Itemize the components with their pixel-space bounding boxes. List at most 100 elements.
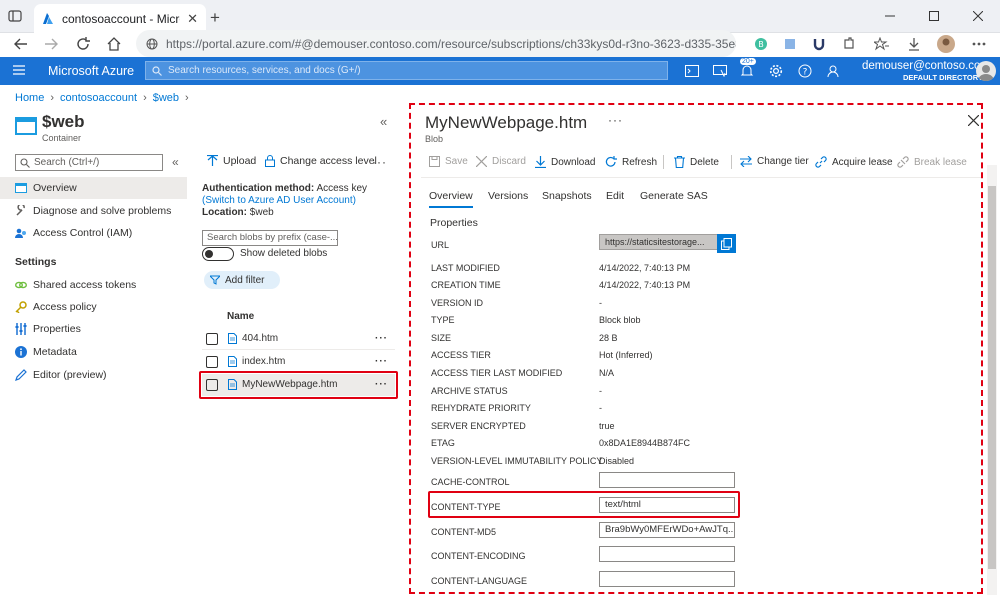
extension-b-icon[interactable]: B	[750, 33, 772, 55]
download-button[interactable]: Download	[535, 156, 595, 168]
minimize-icon[interactable]	[868, 0, 912, 32]
column-header-name[interactable]: Name	[227, 311, 254, 322]
breadcrumb-account[interactable]: contosoaccount	[60, 92, 137, 104]
tab-overview[interactable]: Overview	[429, 190, 473, 208]
prop-label: LAST MODIFIED	[431, 263, 500, 273]
address-bar[interactable]: https://portal.azure.com/#@demouser.cont…	[136, 30, 736, 57]
change-access-level-button[interactable]: Change access level	[265, 155, 377, 167]
nav-item-properties[interactable]: Properties	[0, 318, 187, 340]
nav-item-diagnose[interactable]: Diagnose and solve problems	[0, 200, 187, 222]
broken-link-icon	[897, 156, 909, 168]
content-encoding-input[interactable]	[599, 546, 735, 562]
row-more-icon[interactable]: ···	[375, 333, 395, 344]
location-value: $web	[249, 207, 274, 218]
user-avatar[interactable]	[976, 61, 996, 81]
settings-gear-icon[interactable]	[766, 61, 786, 81]
more-commands-icon[interactable]: ···	[372, 155, 387, 169]
row-more-icon[interactable]: ···	[375, 356, 395, 367]
prop-label-url: URL	[431, 240, 450, 250]
azure-brand[interactable]: Microsoft Azure	[48, 64, 134, 78]
save-label: Save	[445, 156, 468, 167]
menu-search-input[interactable]: Search (Ctrl+/)	[15, 154, 163, 171]
nav-item-overview[interactable]: Overview	[0, 177, 187, 199]
nav-item-metadata[interactable]: Metadata	[0, 341, 187, 363]
switch-auth-link[interactable]: (Switch to Azure AD User Account)	[202, 195, 356, 206]
new-tab-icon[interactable]: +	[210, 8, 220, 28]
prop-value: 4/14/2022, 7:40:13 PM	[599, 280, 691, 290]
people-icon	[15, 227, 27, 239]
nav-item-editor[interactable]: Editor (preview)	[0, 364, 187, 386]
nav-item-access-policy[interactable]: Access policy	[0, 296, 187, 318]
downloads-icon[interactable]	[903, 33, 925, 55]
portal-menu-icon[interactable]	[13, 65, 25, 75]
url-field[interactable]: https://staticsitestorage...	[599, 234, 718, 250]
prop-label: VERSION-LEVEL IMMUTABILITY POLICY	[431, 456, 603, 466]
nav-item-shared-access[interactable]: Shared access tokens	[0, 274, 187, 296]
delete-button[interactable]: Delete	[674, 156, 719, 168]
refresh-button[interactable]: Refresh	[605, 156, 657, 168]
breadcrumb-container[interactable]: $web	[153, 92, 179, 104]
refresh-icon[interactable]	[72, 33, 94, 55]
collapse-menu-icon[interactable]: «	[172, 155, 179, 169]
nav-item-iam[interactable]: Access Control (IAM)	[0, 222, 187, 244]
tab-edit[interactable]: Edit	[606, 190, 624, 202]
directory-filter-icon[interactable]	[710, 61, 730, 81]
tab-snapshots[interactable]: Snapshots	[542, 190, 592, 202]
row-checkbox[interactable]	[206, 332, 218, 345]
user-directory: DEFAULT DIRECTORY	[903, 73, 983, 82]
extension-u-icon[interactable]	[808, 33, 830, 55]
blob-row[interactable]: index.htm ···	[202, 351, 395, 373]
link-icon	[15, 279, 27, 291]
profile-avatar[interactable]	[935, 33, 957, 55]
add-filter-button[interactable]: Add filter	[204, 271, 280, 289]
blob-more-icon[interactable]: ···	[608, 113, 623, 127]
panel-scrollbar-thumb[interactable]	[988, 186, 996, 569]
cache-control-input[interactable]	[599, 472, 735, 488]
more-options-icon[interactable]	[968, 33, 990, 55]
tab-actions-icon[interactable]	[8, 9, 22, 23]
upload-label: Upload	[223, 155, 257, 167]
extension-puzzle-icon[interactable]	[837, 33, 859, 55]
close-panel-icon[interactable]	[968, 115, 979, 126]
cloud-shell-icon[interactable]	[682, 61, 702, 81]
save-button[interactable]: Save	[429, 156, 468, 167]
user-name[interactable]: demouser@contoso.com	[862, 60, 990, 72]
content-md5-input[interactable]: Bra9bWy0MFErWDo+AwJTq...	[599, 522, 735, 538]
notification-count-badge: 20+	[740, 58, 756, 65]
toolbar-underline	[421, 177, 983, 178]
blob-name[interactable]: 404.htm	[242, 333, 375, 344]
close-window-icon[interactable]	[956, 0, 1000, 32]
blob-name[interactable]: index.htm	[242, 356, 375, 367]
prop-label: ETAG	[431, 438, 455, 448]
extension-square-icon[interactable]	[779, 33, 801, 55]
file-icon	[228, 356, 237, 367]
forward-icon[interactable]	[40, 33, 62, 55]
help-icon[interactable]: ?	[795, 61, 815, 81]
auth-method-info: Authentication method: Access key (Switc…	[202, 183, 397, 219]
blob-row[interactable]: 404.htm ···	[202, 328, 395, 350]
copy-url-button[interactable]	[717, 234, 736, 253]
favorites-icon[interactable]	[870, 33, 892, 55]
discard-button[interactable]: Discard	[476, 156, 526, 167]
upload-button[interactable]: Upload	[207, 155, 256, 167]
feedback-icon[interactable]	[823, 61, 843, 81]
close-tab-icon[interactable]: ✕	[187, 11, 198, 27]
tab-generate-sas[interactable]: Generate SAS	[640, 190, 708, 202]
content-language-input[interactable]	[599, 571, 735, 587]
row-checkbox[interactable]	[206, 355, 218, 368]
file-icon	[228, 333, 237, 344]
global-search-input[interactable]: Search resources, services, and docs (G+…	[145, 61, 668, 80]
change-tier-button[interactable]: Change tier	[740, 156, 809, 167]
break-lease-button[interactable]: Break lease	[897, 156, 967, 168]
blob-prefix-search[interactable]: Search blobs by prefix (case-...	[202, 230, 338, 246]
browser-tab[interactable]: contosoaccount - Microsoft Azure ✕	[34, 4, 206, 33]
acquire-lease-button[interactable]: Acquire lease	[815, 156, 893, 168]
breadcrumb-home[interactable]: Home	[15, 92, 44, 104]
home-icon[interactable]	[103, 33, 125, 55]
collapse-pane-icon[interactable]: «	[380, 114, 387, 129]
tab-versions[interactable]: Versions	[488, 190, 528, 202]
show-deleted-toggle[interactable]	[202, 247, 234, 261]
prop-value: 4/14/2022, 7:40:13 PM	[599, 263, 691, 273]
back-icon[interactable]	[10, 33, 32, 55]
maximize-icon[interactable]	[912, 0, 956, 32]
